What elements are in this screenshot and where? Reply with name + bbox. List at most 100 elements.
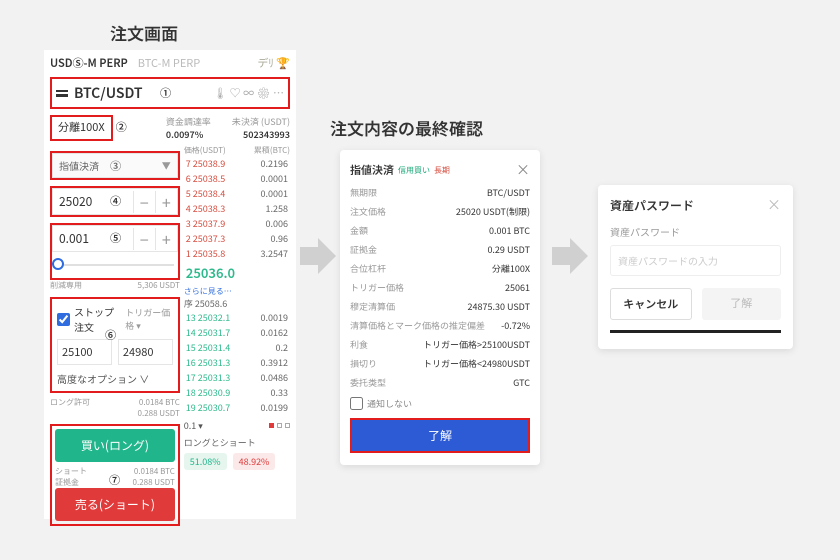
- order-type-select[interactable]: 指値決済 ③ ▼: [50, 151, 180, 180]
- ob-bid-row[interactable]: 13 25032.10.0019: [184, 310, 290, 325]
- confirm-row: 注文価格25020 USDT(制限): [350, 205, 530, 218]
- pwd-cancel-button[interactable]: キャンセル: [610, 288, 692, 320]
- reduce-only-value: 5,306 USDT: [138, 280, 180, 291]
- confirm-row: 証拠金0.29 USDT: [350, 243, 530, 256]
- short-avail-usdt: 0.288 USDT: [133, 477, 175, 488]
- stop-order-box: ストップ注文 トリガー価格 ▾ 25100 ⑥ 24980 高度なオプション ∨: [50, 297, 180, 393]
- ob-ask-row[interactable]: 6 25038.50.0001: [184, 171, 290, 186]
- short-avail-btc: 0.0184 BTC: [134, 466, 175, 477]
- ob-bid-row[interactable]: 15 25031.40.2: [184, 340, 290, 355]
- tab-btcm-perp[interactable]: BTC-M PERP: [138, 55, 200, 71]
- ob-ask-row[interactable]: 5 25038.40.0001: [184, 186, 290, 201]
- confirm-row: 利食トリガー価格>25100USDT: [350, 338, 530, 351]
- pair-selector[interactable]: BTC/USDT ① 🌡 ♡ ∞ ⚙ ⋯: [50, 77, 290, 109]
- callout-1: ①: [160, 85, 171, 101]
- qty-value[interactable]: 0.001: [53, 226, 133, 251]
- pwd-ok-button[interactable]: 了解: [702, 288, 782, 320]
- funding-rate-label: 資金調達率: [166, 115, 228, 128]
- ob-ask-row[interactable]: 3 25037.90.006: [184, 216, 290, 231]
- long-avail-usdt: 0.288 USDT: [138, 408, 180, 419]
- ob-ask-row[interactable]: 7 25038.90.2196: [184, 156, 290, 171]
- long-avail-label: ロング許可: [50, 397, 90, 419]
- close-icon[interactable]: ×: [516, 160, 530, 180]
- confirm-ok-highlight: 了解: [350, 418, 530, 453]
- pwd-field-label: 資産パスワード: [610, 224, 781, 239]
- ob-more-link[interactable]: さらに見る…: [184, 286, 290, 297]
- reduce-only-label: 削減専用: [50, 280, 82, 291]
- ob-bid-row[interactable]: 17 25031.30.0486: [184, 370, 290, 385]
- open-interest-label: 未決済 (USDT): [228, 115, 290, 128]
- confirm-row: 合位杠杆分離100X: [350, 262, 530, 275]
- top-icon-bar: デﾘ 🏆: [257, 55, 290, 71]
- price-minus-button[interactable]: −: [133, 191, 155, 213]
- pair-label: BTC/USDT: [74, 83, 143, 103]
- trigger-price-select[interactable]: トリガー価格 ▾: [125, 306, 173, 332]
- long-avail-btc: 0.0184 BTC: [139, 397, 180, 408]
- confirm-row: 穆定清算価24875.30 USDT: [350, 300, 530, 313]
- confirm-tag-side: 長期: [434, 165, 450, 176]
- advanced-options-toggle[interactable]: 高度なオプション ∨: [57, 371, 173, 386]
- stop-order-checkbox[interactable]: [57, 313, 70, 326]
- buy-long-button[interactable]: 買い(ロング): [55, 429, 175, 462]
- order-panel: USDⓈ-M PERP BTC-M PERP デﾘ 🏆 BTC/USDT ① 🌡…: [44, 50, 296, 519]
- confirm-title: 指値決済: [350, 162, 394, 178]
- qty-input[interactable]: 0.001 ⑤ − +: [50, 223, 180, 280]
- ob-bid-row[interactable]: 16 25031.30.3912: [184, 355, 290, 370]
- modal-accent-bar: [610, 330, 781, 333]
- ob-mid-price: 25036.0: [184, 261, 290, 284]
- confirm-row: トリガー価格25061: [350, 281, 530, 294]
- open-interest-value: 502343993: [228, 128, 290, 141]
- callout-2: ②: [116, 119, 127, 135]
- confirm-modal: 指値決済 信用買い 長期 × 無期限BTC/USDT 注文価格25020 USDT…: [340, 150, 540, 465]
- price-input[interactable]: 25020 ④ − +: [50, 186, 180, 217]
- qty-plus-button[interactable]: +: [155, 228, 177, 250]
- ob-layout-icon[interactable]: [269, 423, 290, 428]
- tab-usdm-perp[interactable]: USDⓈ-M PERP: [50, 55, 128, 71]
- leverage-selector[interactable]: 分離100X ②: [50, 115, 113, 141]
- ob-bid-row[interactable]: 18 25030.90.33: [184, 385, 290, 400]
- take-profit-input[interactable]: 25100: [57, 339, 112, 365]
- long-pct: 51.08%: [184, 453, 227, 470]
- pair-action-icons[interactable]: 🌡 ♡ ∞ ⚙ ⋯: [213, 85, 284, 101]
- ob-ask-row[interactable]: 4 25038.31.258: [184, 201, 290, 216]
- ob-ask-row[interactable]: 2 25037.30.96: [184, 231, 290, 246]
- dont-notify-label: 通知しない: [367, 397, 412, 410]
- submit-box: 買い(ロング) ⑦ ショート 証拠金 0.0184 BTC 0.288 USDT…: [50, 424, 180, 526]
- sell-short-button[interactable]: 売る(ショート): [55, 488, 175, 521]
- confirm-tag-long: 信用買い: [398, 165, 430, 176]
- funding-rate-value: 0.0097%: [166, 128, 228, 141]
- password-modal: × 資産パスワード 資産パスワード 資産パスワードの入力 キャンセル 了解: [598, 185, 793, 349]
- callout-3: ③: [110, 158, 121, 174]
- flow-arrow-icon: [552, 238, 588, 274]
- confirm-row: 無期限BTC/USDT: [350, 186, 530, 199]
- tick-size-select[interactable]: 0.1 ▾: [184, 419, 203, 432]
- qty-minus-button[interactable]: −: [133, 228, 155, 250]
- section-title-confirm: 注文内容の最終確認: [330, 115, 483, 140]
- ob-price-header: 価格(USDT): [184, 145, 226, 156]
- qty-slider[interactable]: [52, 254, 178, 278]
- stop-order-label: ストップ注文: [74, 304, 121, 334]
- short-avail-label: ショート 証拠金: [55, 466, 87, 488]
- confirm-ok-button[interactable]: 了解: [352, 420, 528, 451]
- menu-icon[interactable]: [56, 90, 68, 97]
- ob-bid-row[interactable]: 19 25030.70.0199: [184, 400, 290, 415]
- pwd-title: 資産パスワード: [610, 197, 781, 214]
- ob-mark-price: 序 25058.6: [184, 297, 290, 310]
- ob-qty-header: 累積(BTC): [254, 145, 290, 156]
- dont-notify-checkbox[interactable]: [350, 397, 363, 410]
- confirm-row: 損切りトリガー価格<24980USDT: [350, 357, 530, 370]
- confirm-row: 金額0.001 BTC: [350, 224, 530, 237]
- section-title-order: 注文画面: [110, 20, 178, 45]
- ob-bid-row[interactable]: 14 25031.70.0162: [184, 325, 290, 340]
- price-plus-button[interactable]: +: [155, 191, 177, 213]
- short-pct: 48.92%: [233, 453, 276, 470]
- flow-arrow-icon: [300, 238, 336, 274]
- price-value[interactable]: 25020: [53, 189, 133, 214]
- ls-ratio-label: ロングとショート: [184, 436, 290, 449]
- close-icon[interactable]: ×: [767, 195, 781, 215]
- confirm-row: 委托类型GTC: [350, 376, 530, 389]
- confirm-row: 清算価格とマーク価格の推定偏差-0.72%: [350, 319, 530, 332]
- ob-ask-row[interactable]: 1 25035.83.2547: [184, 246, 290, 261]
- pwd-input[interactable]: 資産パスワードの入力: [610, 245, 781, 276]
- stop-loss-input[interactable]: 24980: [118, 339, 173, 365]
